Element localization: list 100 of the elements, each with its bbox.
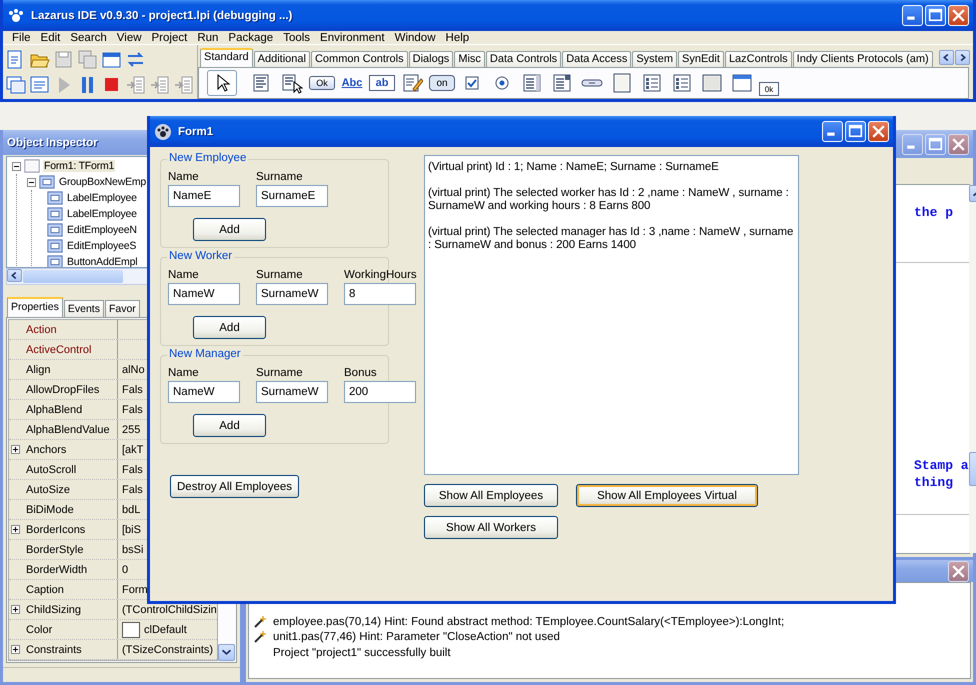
inspector-tab[interactable]: Events — [64, 300, 104, 317]
property-value[interactable]: alNo — [122, 364, 145, 376]
palette-tab[interactable]: Misc — [454, 51, 485, 67]
component-icon — [39, 175, 55, 189]
property-value[interactable]: bdL — [122, 504, 140, 516]
input-field[interactable]: 200 — [344, 381, 416, 403]
tree-item[interactable]: Form1: TForm1 — [43, 160, 116, 172]
tree-item[interactable]: LabelEmployee — [66, 192, 138, 204]
property-value[interactable]: clDefault — [144, 624, 187, 636]
scroll-left-button[interactable] — [7, 269, 22, 282]
add-button[interactable]: Add — [193, 316, 266, 339]
palette-tab[interactable]: Standard — [200, 48, 253, 67]
scrollbar-thumb[interactable] — [23, 270, 123, 283]
menu-item[interactable]: Edit — [36, 32, 66, 44]
label-tool[interactable]: Abc — [339, 70, 365, 96]
property-value[interactable]: [biS — [122, 524, 141, 536]
show-button[interactable]: Show All Workers — [424, 516, 558, 539]
menu-item[interactable]: Environment — [315, 32, 390, 44]
tree-item[interactable]: EditEmployeeS — [66, 240, 138, 252]
input-field[interactable]: SurnameW — [256, 283, 328, 305]
inspector-tab[interactable]: Properties — [7, 297, 63, 317]
menu-item[interactable]: Run — [192, 32, 224, 44]
property-value[interactable]: bsSi — [122, 544, 144, 556]
input-field[interactable]: SurnameE — [256, 185, 328, 207]
palette-tab[interactable]: LazControls — [724, 51, 792, 67]
toggle-tool[interactable]: on — [429, 75, 455, 91]
property-name: BiDiMode — [22, 500, 118, 519]
field-label: Surname — [256, 171, 304, 183]
maximize-button[interactable] — [925, 134, 946, 154]
menu-item[interactable]: Project — [146, 32, 192, 44]
message-line[interactable]: employee.pas(70,14) Hint: Found abstract method: TEmployee.CountSalary(<TEmployee>):LongInt; — [273, 616, 784, 628]
destroy-button[interactable]: Destroy All Employees — [170, 475, 300, 498]
tree-item[interactable]: EditEmployeeN — [66, 224, 138, 236]
expand-icon[interactable] — [11, 445, 20, 454]
expand-icon[interactable] — [11, 605, 20, 614]
collapse-icon[interactable] — [12, 162, 21, 170]
field-label: Name — [168, 269, 200, 281]
tree-item[interactable]: ButtonAddEmpl — [66, 256, 138, 267]
palette-tab[interactable]: System — [632, 51, 678, 67]
input-field[interactable]: NameE — [168, 185, 240, 207]
message-line[interactable]: unit1.pas(77,46) Hint: Parameter "CloseAction" not used — [273, 631, 560, 644]
menu-item[interactable]: Package — [223, 32, 278, 44]
collapse-icon[interactable] — [27, 178, 36, 186]
property-value[interactable]: Fals — [122, 484, 143, 496]
memo-line: (virtual print) The selected worker has Id : 2 ,name : NameW , surname : SurnameW and working hours : 8 Earns 800 — [428, 187, 790, 213]
panel-title: Object Inspector — [7, 136, 99, 148]
property-value[interactable]: Fals — [122, 464, 143, 476]
actionlist-tool[interactable]: 0k — [759, 82, 779, 96]
close-button[interactable] — [948, 560, 969, 582]
menu-item[interactable]: Help — [440, 32, 474, 44]
menu-item[interactable]: Window — [390, 32, 441, 44]
palette-tab[interactable]: Additional — [254, 51, 310, 67]
expand-icon[interactable] — [11, 525, 20, 534]
button-tool[interactable]: Ok — [309, 76, 335, 90]
inspector-tab[interactable]: Favor — [104, 300, 140, 317]
menu-item[interactable]: Tools — [278, 32, 316, 44]
palette-tab[interactable]: Data Access — [562, 51, 632, 67]
add-button[interactable]: Add — [193, 414, 266, 437]
property-value[interactable]: (TControlChildSizin — [122, 604, 217, 616]
wand-icon — [253, 614, 267, 629]
output-memo[interactable] — [424, 155, 799, 475]
property-value[interactable]: Fals — [122, 404, 143, 416]
minimize-button[interactable] — [902, 134, 923, 154]
palette-tab[interactable]: SynEdit — [678, 51, 724, 67]
property-value[interactable]: [akT — [122, 444, 144, 456]
palette-tab[interactable]: Data Controls — [486, 51, 562, 67]
tree-item[interactable]: GroupBoxNewEmp — [58, 176, 148, 188]
scroll-down-button[interactable] — [218, 644, 235, 661]
new-form-icon[interactable] — [5, 74, 26, 95]
palette-tab[interactable]: Indy Clients Protocols (am) — [792, 51, 933, 67]
scroll-left-button[interactable] — [939, 50, 954, 65]
pointer-icon[interactable] — [207, 70, 237, 96]
property-name: BorderStyle — [22, 540, 118, 559]
message-line[interactable]: Project "project1" successfully built — [253, 646, 451, 659]
scroll-right-button[interactable] — [955, 50, 970, 65]
show-button[interactable]: Show All Employees — [424, 484, 558, 507]
property-value[interactable]: Fals — [122, 384, 143, 396]
close-button[interactable] — [948, 134, 969, 154]
input-field[interactable]: NameW — [168, 381, 240, 403]
edit-tool[interactable]: ab — [369, 75, 395, 91]
menu-item[interactable]: File — [7, 32, 36, 44]
view-icon[interactable] — [29, 74, 50, 95]
expand-icon[interactable] — [11, 645, 20, 654]
palette-tab[interactable]: Dialogs — [408, 51, 454, 67]
property-value[interactable]: (TSizeConstraints) — [122, 644, 214, 656]
property-name: AutoScroll — [22, 460, 118, 479]
property-name: Caption — [22, 580, 118, 599]
tree-item[interactable]: LabelEmployee — [66, 208, 138, 220]
input-field[interactable]: 8 — [344, 283, 416, 305]
input-field[interactable]: NameW — [168, 283, 240, 305]
property-value[interactable]: 0 — [122, 564, 128, 576]
menu-item[interactable]: View — [112, 32, 147, 44]
palette-tab[interactable]: Common Controls — [310, 51, 408, 67]
input-field[interactable]: SurnameW — [256, 381, 328, 403]
add-button[interactable]: Add — [193, 218, 266, 241]
property-value[interactable]: 255 — [122, 424, 140, 436]
property-value[interactable]: Form — [122, 584, 148, 596]
menu-item[interactable]: Search — [65, 32, 112, 44]
property-name: AutoSize — [22, 480, 118, 499]
show-button[interactable]: Show All Employees Virtual — [576, 484, 758, 507]
